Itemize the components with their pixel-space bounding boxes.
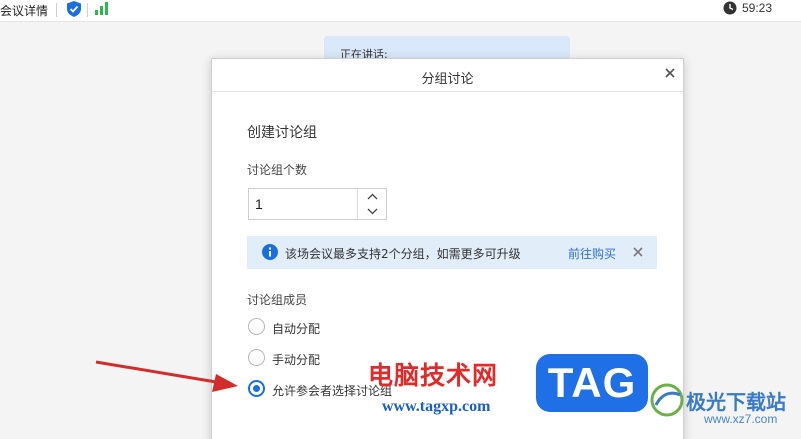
watermark-url: www.tagxp.com [382,398,491,415]
watermark-site2-name: 极光下载站 [686,390,786,414]
radio-button[interactable] [248,349,265,366]
watermark-tag-badge: TAG [536,354,648,412]
close-icon[interactable] [632,246,644,258]
radio-label[interactable]: 自动分配 [272,320,320,337]
upgrade-notice: 该场会议最多支持2个分组，如需更多可升级 前往购买 [247,236,657,269]
dialog-title: 分组讨论 [421,72,474,87]
chevron-down-icon[interactable] [358,204,387,219]
radio-button[interactable] [248,380,265,397]
divider [87,3,88,17]
group-count-label: 讨论组个数 [247,163,308,177]
divider [56,3,57,17]
arrow-annotation-icon [95,360,238,392]
section-title: 创建讨论组 [247,125,317,141]
chevron-up-icon[interactable] [358,189,387,204]
radio-button[interactable] [248,318,265,335]
aurora-logo-icon [650,383,684,417]
stepper-buttons [357,189,386,219]
group-count-stepper[interactable] [248,188,387,220]
watermark-site2-url: www.xz7.com [704,412,778,426]
top-bar: 会议详情 59:23 [0,0,801,22]
radio-label[interactable]: 手动分配 [272,351,320,368]
meeting-details-title[interactable]: 会议详情 [0,2,48,19]
meeting-timer: 59:23 [742,1,773,15]
shield-check-icon[interactable] [67,1,81,17]
notice-text: 该场会议最多支持2个分组，如需更多可升级 [285,247,521,261]
clock-icon [723,1,737,15]
watermark-site-name: 电脑技术网 [368,361,499,390]
group-members-label: 讨论组成员 [247,293,308,307]
info-icon [262,244,278,260]
close-icon[interactable] [662,65,678,81]
group-count-input[interactable] [249,189,357,219]
dialog-header: 分组讨论 [212,59,683,92]
purchase-link[interactable]: 前往购买 [568,245,616,262]
signal-bars-icon[interactable] [94,2,110,15]
